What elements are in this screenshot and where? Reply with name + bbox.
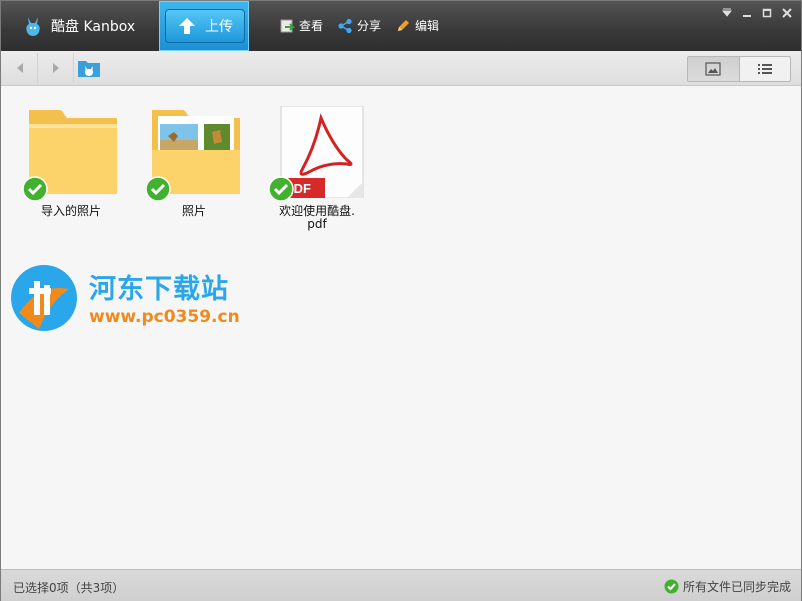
- thumbnail-view-button[interactable]: [688, 57, 740, 81]
- upload-arrow-icon: [179, 18, 195, 34]
- share-icon: [338, 18, 352, 33]
- title-bar: 酷盘 Kanbox 上传 查看 分享 编辑: [1, 1, 801, 51]
- back-arrow-icon: [17, 63, 23, 73]
- file-item-photos[interactable]: 照片: [139, 106, 249, 218]
- synced-check-icon: [22, 176, 48, 202]
- forward-arrow-icon: [53, 63, 59, 73]
- watermark-logo-icon: [11, 265, 77, 331]
- view-mode-toggle: [687, 56, 791, 82]
- kanbox-logo-icon: [26, 17, 40, 36]
- minimize-icon[interactable]: [741, 7, 753, 19]
- maximize-icon[interactable]: [761, 7, 773, 19]
- view-icon: [280, 19, 295, 32]
- upload-button[interactable]: 上传: [165, 9, 245, 43]
- navigation-bar: [1, 51, 801, 86]
- upload-label: 上传: [205, 19, 233, 35]
- kanbox-folder-icon: [78, 61, 100, 77]
- list-view-icon: [757, 64, 772, 74]
- file-name: 导入的照片: [40, 204, 101, 218]
- view-button[interactable]: 查看: [279, 17, 323, 34]
- file-name-line2: pdf: [307, 217, 327, 231]
- file-name: 欢迎使用酷盘. pdf: [262, 205, 372, 231]
- close-icon[interactable]: [781, 7, 793, 19]
- edit-button[interactable]: 编辑: [395, 17, 439, 34]
- edit-label: 编辑: [415, 19, 440, 33]
- status-bar: 已选择0项（共3项） 所有文件已同步完成: [1, 569, 801, 601]
- sync-complete-icon: [664, 579, 679, 594]
- app-window: 酷盘 Kanbox 上传 查看 分享 编辑 导入的照片 照片 PDF 欢迎使用酷…: [0, 0, 802, 601]
- file-item-imported-photos[interactable]: 导入的照片: [16, 106, 126, 218]
- window-controls: [721, 7, 793, 19]
- forward-button[interactable]: [39, 53, 74, 83]
- watermark: 河东下载站 www.pc0359.cn: [9, 263, 289, 335]
- brand-title: 酷盘 Kanbox: [51, 19, 136, 35]
- share-button[interactable]: 分享: [337, 17, 381, 34]
- synced-check-icon: [145, 176, 171, 202]
- thumbnail-view-icon: [705, 62, 721, 76]
- list-view-button[interactable]: [740, 57, 791, 81]
- toolbar-actions: 查看 分享 编辑: [279, 17, 439, 34]
- view-label: 查看: [299, 19, 324, 33]
- file-area: 导入的照片 照片 PDF 欢迎使用酷盘. pdf 河东下载站 www.pc035…: [1, 86, 801, 569]
- back-button[interactable]: [3, 53, 38, 83]
- share-label: 分享: [357, 19, 382, 33]
- selection-status: 已选择0项（共3项）: [13, 581, 125, 595]
- menu-dropdown-icon[interactable]: [721, 7, 733, 19]
- home-folder-button[interactable]: [77, 58, 101, 78]
- file-item-welcome-pdf[interactable]: PDF 欢迎使用酷盘. pdf: [262, 105, 372, 231]
- watermark-url: www.pc0359.cn: [89, 307, 240, 327]
- file-name: 照片: [181, 204, 206, 218]
- synced-check-icon: [268, 176, 294, 202]
- sync-status-text: 所有文件已同步完成: [682, 580, 791, 594]
- edit-icon: [398, 19, 410, 31]
- upload-tab[interactable]: 上传: [159, 1, 249, 51]
- watermark-title: 河东下载站: [89, 274, 229, 305]
- sync-status: 所有文件已同步完成: [664, 578, 791, 595]
- brand: 酷盘 Kanbox: [23, 15, 135, 37]
